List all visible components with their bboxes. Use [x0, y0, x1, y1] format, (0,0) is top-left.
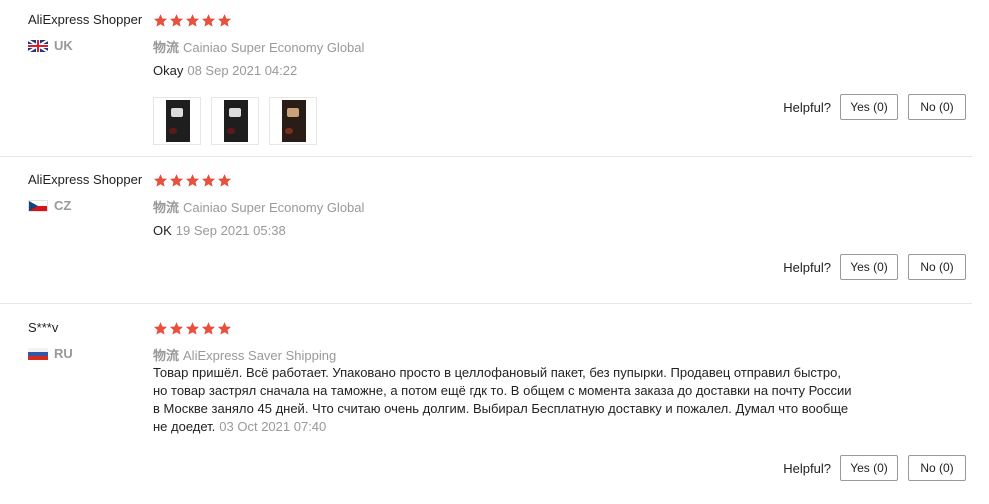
- reviewer-country: RU: [28, 346, 73, 361]
- helpful-no-button[interactable]: No (0): [908, 254, 966, 280]
- star-icon: [217, 173, 232, 188]
- helpful-vote: Helpful? Yes (0) No (0): [783, 455, 966, 481]
- review-item: AliExpress Shopper CZ 物流 Cainiao Super Ec…: [0, 157, 972, 304]
- shipping-method: Cainiao Super Economy Global: [183, 200, 365, 215]
- review-photo-thumbnail[interactable]: [211, 97, 259, 145]
- helpful-yes-button[interactable]: Yes (0): [840, 94, 898, 120]
- star-icon: [201, 13, 216, 28]
- star-icon: [201, 173, 216, 188]
- helpful-label: Helpful?: [783, 99, 831, 115]
- review-text-block: Товар пришёл. Всё работает. Упаковано пр…: [153, 364, 853, 436]
- review-text-block: Okay 08 Sep 2021 04:22: [153, 62, 297, 80]
- star-rating: [153, 319, 713, 337]
- review-item: S***v RU 物流 AliExpress Saver Shipping Тов…: [0, 304, 972, 504]
- helpful-label: Helpful?: [783, 460, 831, 476]
- star-icon: [169, 321, 184, 336]
- country-code: UK: [54, 38, 73, 53]
- reviewer-name: AliExpress Shopper: [28, 172, 143, 187]
- star-icon: [153, 13, 168, 28]
- reviewer-country: CZ: [28, 198, 71, 213]
- review-date: 19 Sep 2021 05:38: [175, 223, 286, 238]
- shipping-prefix: 物流: [153, 40, 180, 55]
- star-rating: [153, 171, 713, 189]
- star-icon: [169, 13, 184, 28]
- shipping-prefix: 物流: [153, 200, 180, 215]
- helpful-vote: Helpful? Yes (0) No (0): [783, 254, 966, 280]
- star-icon: [217, 321, 232, 336]
- review-text: Okay: [153, 63, 184, 78]
- country-code: CZ: [54, 198, 72, 213]
- reviewer-name: S***v: [28, 320, 59, 335]
- cz-flag-icon: [28, 199, 48, 212]
- helpful-no-button[interactable]: No (0): [908, 94, 966, 120]
- helpful-no-button[interactable]: No (0): [908, 455, 966, 481]
- helpful-yes-button[interactable]: Yes (0): [840, 254, 898, 280]
- review-date: 03 Oct 2021 07:40: [219, 419, 327, 434]
- star-rating: [153, 11, 713, 29]
- star-icon: [153, 321, 168, 336]
- helpful-label: Helpful?: [783, 259, 831, 275]
- shipping-info: 物流 Cainiao Super Economy Global: [153, 197, 364, 216]
- star-icon: [153, 173, 168, 188]
- review-photo-thumbnail[interactable]: [153, 97, 201, 145]
- shipping-prefix: 物流: [153, 348, 180, 363]
- reviewer-country: UK: [28, 38, 73, 53]
- review-photo-thumbnail[interactable]: [269, 97, 317, 145]
- country-code: RU: [54, 346, 73, 361]
- review-date: 08 Sep 2021 04:22: [187, 63, 298, 78]
- helpful-vote: Helpful? Yes (0) No (0): [783, 94, 966, 120]
- uk-flag-icon: [28, 39, 48, 52]
- ru-flag-icon: [28, 347, 48, 360]
- star-icon: [185, 321, 200, 336]
- shipping-info: 物流 Cainiao Super Economy Global: [153, 37, 364, 56]
- review-item: AliExpress Shopper UK 物流 Cainiao Super Ec…: [0, 0, 972, 157]
- shipping-method: AliExpress Saver Shipping: [183, 348, 337, 363]
- review-text-block: OK 19 Sep 2021 05:38: [153, 222, 286, 240]
- star-icon: [185, 13, 200, 28]
- reviewer-name: AliExpress Shopper: [28, 12, 143, 27]
- helpful-yes-button[interactable]: Yes (0): [840, 455, 898, 481]
- shipping-info: 物流 AliExpress Saver Shipping: [153, 345, 336, 364]
- review-photos: [153, 97, 317, 145]
- review-text: OK: [153, 223, 172, 238]
- star-icon: [201, 321, 216, 336]
- star-icon: [169, 173, 184, 188]
- shipping-method: Cainiao Super Economy Global: [183, 40, 365, 55]
- star-icon: [185, 173, 200, 188]
- star-icon: [217, 13, 232, 28]
